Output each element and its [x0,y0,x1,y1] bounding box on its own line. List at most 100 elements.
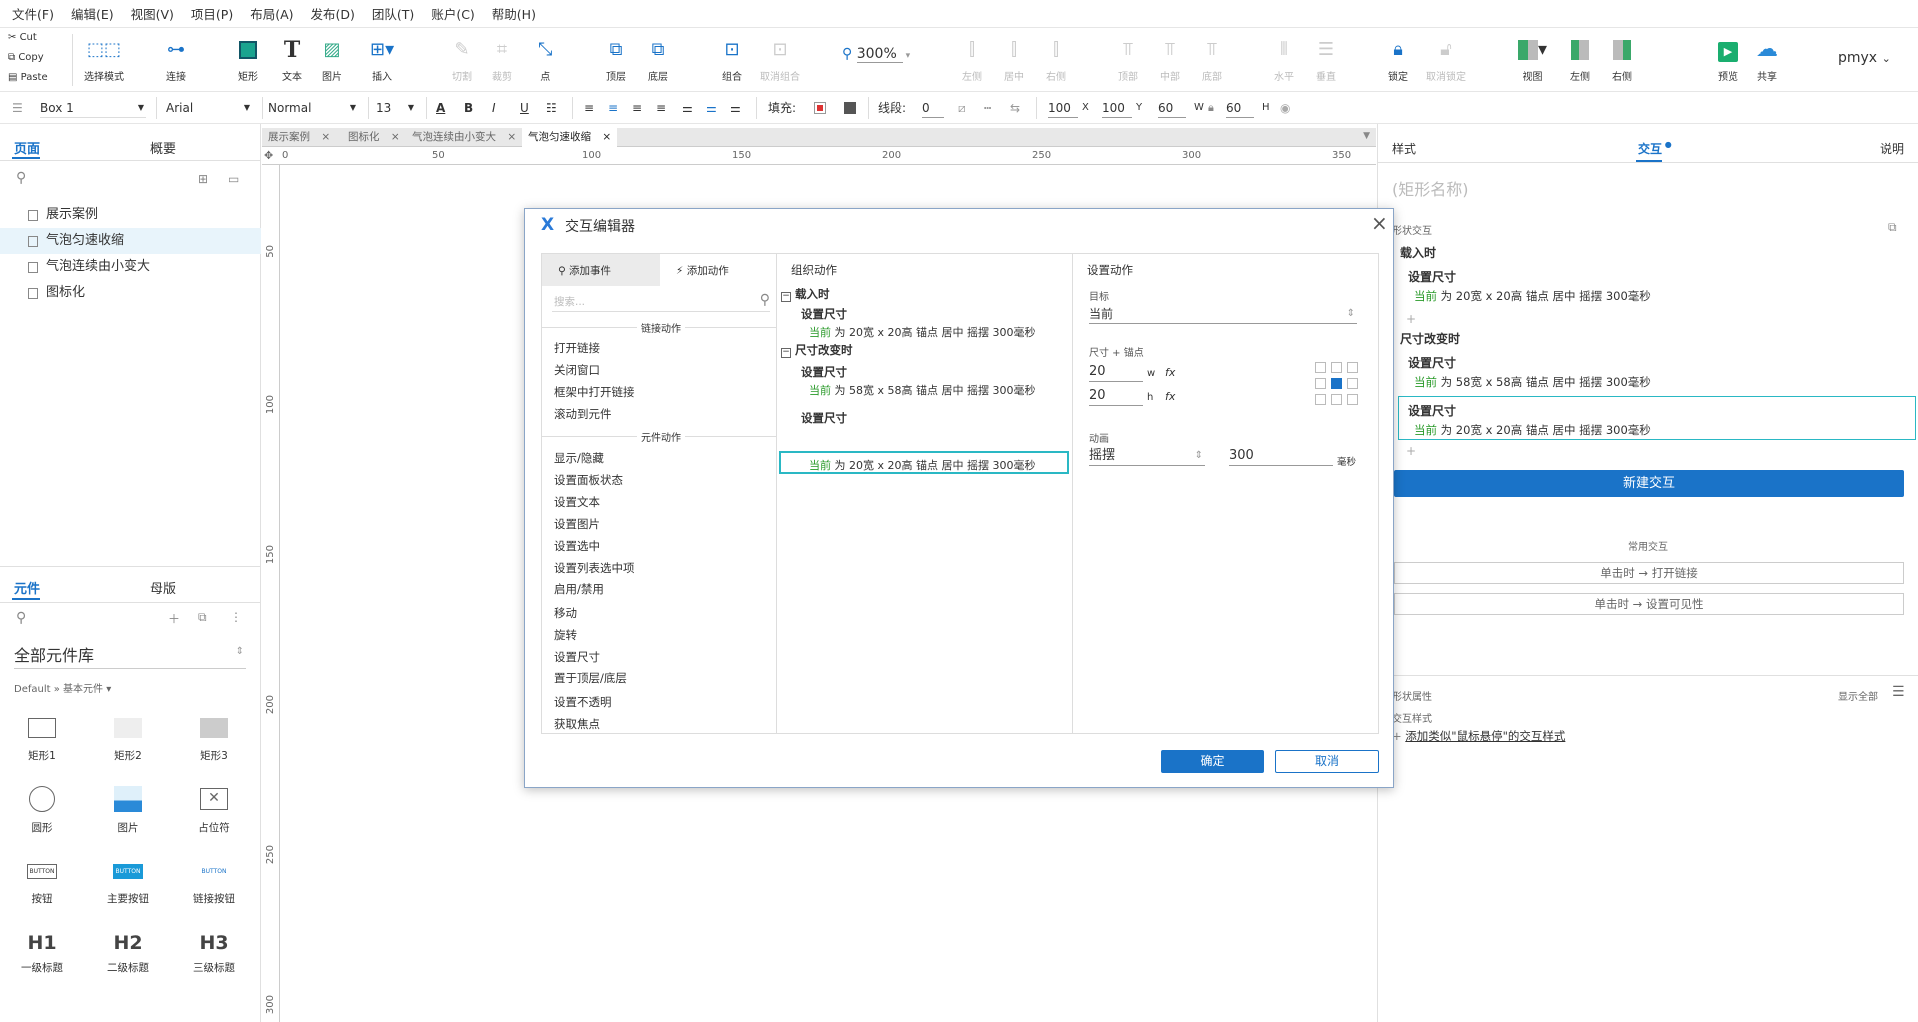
action-scroll-to[interactable]: 滚动到元件 [554,406,612,422]
tab-interactions[interactable]: 交互 ● [1638,140,1672,157]
action-open-link[interactable]: 打开链接 [554,340,600,356]
valign-top-button[interactable]: ⚌ [682,98,693,118]
align-bottom-button[interactable]: ⫪ 底部 [1202,38,1222,83]
valign-bottom-button[interactable]: ⚌ [730,98,741,118]
anchor-center-selected[interactable] [1331,378,1342,389]
add-page-icon[interactable]: ⊞ [198,172,208,186]
add-action-icon[interactable]: + [1406,312,1416,326]
font-style-select[interactable]: Normal ▼ [268,98,358,118]
anchor-bottom-left[interactable] [1315,394,1326,405]
align-text-right-button[interactable]: ≡ [632,98,642,118]
expand-icon[interactable]: ⧉ [1888,220,1897,235]
left-panel-toggle[interactable]: 左侧 [1570,38,1590,83]
action-bring-front-back[interactable]: 置于顶层/底层 [554,670,627,686]
search-icon[interactable]: ⚲ [16,170,26,186]
height-input[interactable]: 60 [1226,98,1254,118]
visibility-button[interactable]: ◉ [1280,98,1290,118]
close-icon[interactable]: × [391,131,400,143]
view-button[interactable]: ▾ 视图 [1518,38,1547,83]
add-action-icon[interactable]: + [1406,444,1416,458]
canvas-tab[interactable]: 气泡连续由小变大 × [406,128,522,147]
action-detail-selected[interactable]: 当前 为 20宽 x 20高 锚点 居中 摇摆 300毫秒 [809,457,1035,473]
tab-add-event[interactable]: ⚲ 添加事件 [542,254,660,286]
height-fx-button[interactable]: fx [1165,390,1175,403]
widget-placeholder[interactable]: ✕ 占位符 [184,786,244,835]
menu-layout[interactable]: 布局(A) [250,4,293,23]
widget-link-button[interactable]: BUTTON 链接按钮 [184,862,244,906]
align-left-button[interactable]: ⫿ 左侧 [962,38,982,83]
align-text-justify-button[interactable]: ≡ [656,98,666,118]
menu-team[interactable]: 团队(T) [372,4,414,23]
line-pattern-button[interactable]: ┅ [984,98,991,118]
anchor-top-right[interactable] [1347,362,1358,373]
library-select[interactable]: 全部元件库 ⇕ [14,642,246,669]
bullet-list-button[interactable]: ☷ [546,98,557,118]
action-set-size[interactable]: 设置尺寸 [554,649,600,665]
lock-button[interactable]: 🔒︎ 锁定 [1388,38,1408,83]
shadow-button[interactable] [844,102,856,114]
library-breadcrumb[interactable]: Default » 基本元件 ▾ [14,680,111,695]
send-bottom-button[interactable]: ⧉ 底层 [648,38,668,83]
action-set-text[interactable]: 设置文本 [554,494,600,510]
library-icon[interactable]: ⧉ [198,610,207,625]
x-input[interactable]: 100 [1048,98,1078,118]
bring-top-button[interactable]: ⧉ 顶层 [606,38,626,83]
page-item[interactable]: 气泡连续由小变大 [0,254,261,280]
event-onload[interactable]: 载入时 [1400,244,1436,261]
font-size-select[interactable]: 13 ▼ [376,98,416,118]
canvas-tab-active[interactable]: 气泡匀速收缩 × [522,128,618,147]
font-color-button[interactable]: A [436,98,445,118]
anchor-top-center[interactable] [1331,362,1342,373]
close-icon[interactable]: × [507,131,516,143]
new-interaction-button[interactable]: 新建交互 [1394,470,1904,497]
tab-style[interactable]: 样式 [1392,140,1416,157]
folder-icon[interactable]: ▭ [228,172,239,186]
share-button[interactable]: ☁ 共享 [1756,38,1778,84]
show-all-link[interactable]: 显示全部 [1838,688,1878,703]
more-icon[interactable]: ⋮ [230,610,242,624]
align-right-button[interactable]: ⫿ 右侧 [1046,38,1066,83]
action-close-window[interactable]: 关闭窗口 [554,362,600,378]
widget-h2[interactable]: H2 二级标题 [98,932,158,975]
copy-button[interactable]: ⧉ Copy [8,52,44,63]
align-top-button[interactable]: ⫪ 顶部 [1118,38,1138,83]
action-move[interactable]: 移动 [554,605,577,621]
action-set-size[interactable]: 设置尺寸 [801,364,847,380]
widget-circle[interactable]: 圆形 [12,786,72,835]
anchor-top-left[interactable] [1315,362,1326,373]
height-input[interactable]: 20 [1089,386,1143,406]
distribute-h-button[interactable]: ⦀ 水平 [1274,38,1294,83]
distribute-v-button[interactable]: ☰ 垂直 [1316,38,1336,83]
widget-h1[interactable]: H1 一级标题 [12,932,72,975]
tab-pages[interactable]: 页面 [14,138,40,157]
event-onresize[interactable]: 尺寸改变时 [1400,330,1460,347]
line-width-input[interactable]: 0 [922,98,944,118]
widget-rect1[interactable]: 矩形1 [12,714,72,763]
menu-edit[interactable]: 编辑(E) [71,4,114,23]
right-panel-toggle[interactable]: 右侧 [1612,38,1632,83]
page-item[interactable]: 展示案例 [0,202,261,228]
tab-widgets[interactable]: 元件 [14,578,40,597]
page-item[interactable]: 图标化 [0,280,261,306]
search-icon[interactable]: ⚲ [16,610,26,626]
y-input[interactable]: 100 [1102,98,1132,118]
action-focus[interactable]: 获取焦点 [554,716,600,732]
widget-name-select[interactable]: Box 1 ▼ [40,98,146,118]
add-library-icon[interactable]: ＋ [168,610,180,627]
text-tool[interactable]: T 文本 [282,38,302,83]
widget-image[interactable]: 图片 [98,786,158,835]
italic-button[interactable]: I [492,98,496,118]
align-text-center-button[interactable]: ≡ [608,98,618,118]
width-input[interactable]: 20 [1089,362,1143,382]
widget-h3[interactable]: H3 三级标题 [184,932,244,975]
image-tool[interactable]: ▨ 图片 [322,38,342,83]
tab-notes[interactable]: 说明 [1880,140,1904,157]
add-interaction-style-link[interactable]: + 添加类似"鼠标悬停"的交互样式 [1392,728,1565,744]
preview-button[interactable]: ▶ 预览 [1718,38,1738,83]
underline-button[interactable]: U [520,98,529,118]
menu-project[interactable]: 项目(P) [191,4,233,23]
cancel-button[interactable]: 取消 [1275,750,1379,773]
duration-input[interactable]: 300 [1229,446,1333,466]
width-input[interactable]: 60 [1158,98,1186,118]
action-detail[interactable]: 当前 为 20宽 x 20高 锚点 居中 摇摆 300毫秒 [809,324,1035,340]
